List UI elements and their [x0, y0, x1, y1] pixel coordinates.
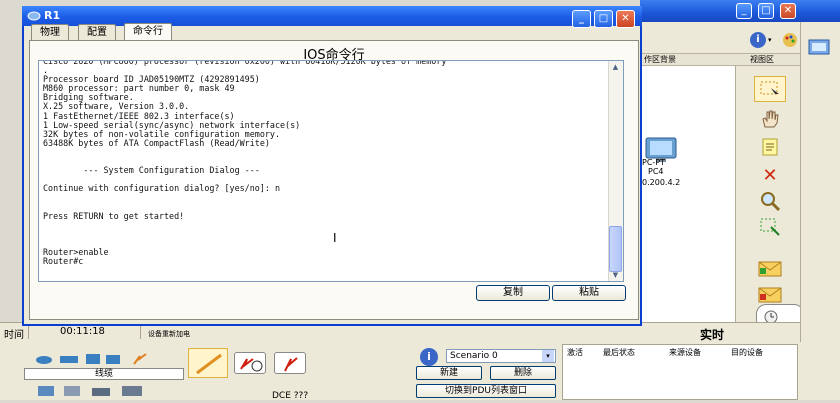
- dialog-maximize-button[interactable]: □: [594, 10, 613, 28]
- main-minimize-button[interactable]: _: [736, 3, 752, 19]
- copy-button[interactable]: 复制: [476, 285, 550, 301]
- hub-category-icon: [86, 354, 100, 364]
- power-cycle-button[interactable]: 设备重新加电: [148, 329, 190, 339]
- column-header-fire: 激活: [567, 348, 583, 357]
- inspect-tool-icon[interactable]: [754, 188, 786, 214]
- dialog-close-button[interactable]: ✕: [616, 10, 635, 28]
- navigation-icon[interactable]: [807, 34, 831, 58]
- divider: [140, 325, 141, 339]
- serial-dte-cable-icon[interactable]: [274, 352, 306, 374]
- logical-workspace[interactable]: PC-PT PC4 0.200.4.2: [640, 66, 735, 322]
- dialog-minimize-button[interactable]: _: [572, 10, 591, 28]
- view-header-label: 视图区: [750, 55, 774, 64]
- select-tool-icon[interactable]: [754, 76, 786, 102]
- new-scenario-button[interactable]: 新建: [416, 366, 482, 380]
- column-header-destination: 目的设备: [731, 348, 763, 357]
- main-maximize-button[interactable]: □: [758, 3, 774, 19]
- phone-category-icon: [122, 386, 142, 396]
- help-icon[interactable]: i: [750, 32, 766, 48]
- workspace-header: 作区背景 视图区: [640, 54, 800, 66]
- server-category-icon: [64, 386, 80, 396]
- main-window-titlebar: _ □ ✕: [640, 0, 840, 22]
- ios-console[interactable]: Cisco 2620 (MPC860) processor (revision …: [38, 60, 624, 282]
- pc-type-label: PC-PT: [642, 158, 666, 167]
- scenario-selected-value: Scenario 0: [450, 351, 498, 361]
- device-category-row: [34, 350, 174, 368]
- printer-category-icon: [92, 388, 110, 396]
- workspace-header-label: 作区背景: [644, 55, 676, 64]
- auto-cable-icon[interactable]: [188, 348, 228, 378]
- end-device-row: [34, 382, 174, 400]
- router-category-icon: [36, 356, 52, 364]
- simple-pdu-icon[interactable]: [754, 256, 786, 282]
- switch-pdu-list-button[interactable]: 切换到PDU列表窗口: [416, 384, 556, 398]
- scenario-info-icon[interactable]: i: [420, 348, 438, 366]
- realtime-mode-label[interactable]: 实时: [700, 326, 724, 343]
- divider: [28, 325, 29, 339]
- tab-config[interactable]: 配置: [78, 24, 116, 40]
- delete-tool-icon[interactable]: ✕: [754, 162, 786, 188]
- switch-category-icon: [60, 356, 78, 363]
- delete-scenario-button[interactable]: 删除: [490, 366, 556, 380]
- pc-name-label: PC4: [648, 167, 664, 176]
- device-category-label: 线缆: [24, 368, 184, 380]
- palette-icon[interactable]: [782, 32, 798, 48]
- pc-ip-label: 0.200.4.2: [642, 178, 681, 187]
- chevron-down-icon[interactable]: ▾: [542, 350, 554, 362]
- resize-tool-icon[interactable]: [754, 214, 786, 240]
- time-value: 00:11:18: [60, 326, 105, 337]
- scroll-up-icon[interactable]: ▲: [609, 62, 622, 72]
- column-header-source: 来源设备: [669, 348, 701, 357]
- pc-category-icon: [38, 386, 54, 396]
- common-tools-bar: ✕: [735, 66, 804, 330]
- time-label: 时间: [4, 330, 24, 341]
- serial-dce-cable-icon[interactable]: [234, 352, 266, 374]
- side-strip: [800, 22, 840, 342]
- scroll-thumb[interactable]: [609, 226, 622, 272]
- scenario-dropdown[interactable]: Scenario 0 ▾: [446, 349, 556, 363]
- paste-button[interactable]: 粘贴: [552, 285, 626, 301]
- dropdown-arrow-icon[interactable]: ▾: [768, 36, 772, 44]
- wireless-category-icon: [106, 355, 120, 364]
- column-header-last-status: 最后状态: [603, 348, 635, 357]
- console-output: Cisco 2620 (MPC860) processor (revision …: [43, 60, 447, 267]
- hand-tool-icon[interactable]: [754, 106, 786, 132]
- text-cursor-icon: I: [333, 231, 337, 245]
- pdu-list-table[interactable]: 激活 最后状态 来源设备 目的设备: [562, 344, 798, 400]
- tab-cli[interactable]: 命令行: [124, 23, 172, 41]
- dialog-title: R1: [44, 9, 61, 22]
- connections-category-icon: [133, 353, 147, 365]
- tab-physical[interactable]: 物理: [31, 24, 69, 40]
- router-icon: [27, 9, 41, 22]
- note-tool-icon[interactable]: [754, 134, 786, 160]
- main-close-button[interactable]: ✕: [780, 3, 796, 19]
- dialog-titlebar[interactable]: R1 _ □ ✕: [22, 6, 642, 28]
